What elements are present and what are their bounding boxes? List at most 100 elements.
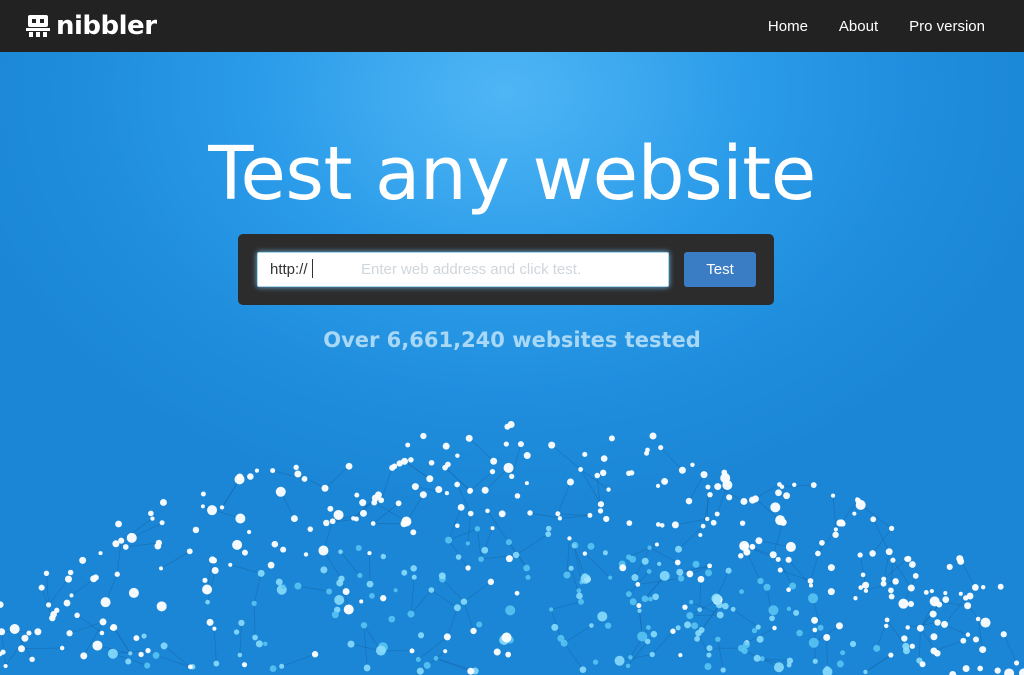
url-input[interactable] xyxy=(257,252,669,287)
network-node xyxy=(873,644,881,652)
network-node xyxy=(507,421,515,429)
network-node xyxy=(428,459,435,466)
network-node xyxy=(118,537,125,544)
network-node xyxy=(419,491,427,499)
network-line xyxy=(120,518,153,542)
network-node xyxy=(625,591,632,597)
network-node xyxy=(112,540,120,548)
network-line xyxy=(559,514,590,519)
network-node xyxy=(152,652,160,659)
network-node xyxy=(69,593,74,598)
network-node xyxy=(426,475,434,483)
network-node xyxy=(743,548,751,556)
network-line xyxy=(573,545,582,583)
network-node xyxy=(487,578,495,585)
network-node xyxy=(582,551,588,556)
network-line xyxy=(529,512,560,519)
network-node xyxy=(807,578,814,584)
network-node xyxy=(525,574,531,580)
network-node xyxy=(219,505,225,510)
network-node xyxy=(792,482,797,488)
network-line xyxy=(628,544,658,558)
network-node xyxy=(777,482,782,487)
network-node xyxy=(751,495,759,503)
network-node xyxy=(0,628,6,636)
network-node xyxy=(654,542,659,547)
network-node xyxy=(808,593,819,604)
network-line xyxy=(420,650,446,672)
network-node xyxy=(707,491,713,498)
network-node xyxy=(454,481,460,488)
network-node xyxy=(389,464,396,471)
network-line xyxy=(920,627,938,654)
nav-link-about[interactable]: About xyxy=(839,18,878,35)
logo[interactable]: nibbler xyxy=(26,11,157,41)
network-line xyxy=(324,465,350,489)
network-node xyxy=(338,549,343,555)
network-node xyxy=(772,625,777,631)
network-node xyxy=(837,519,845,527)
network-node xyxy=(156,601,167,612)
network-line xyxy=(41,587,53,619)
test-button[interactable]: Test xyxy=(684,252,756,287)
network-line xyxy=(480,528,493,560)
network-node xyxy=(517,441,524,448)
network-node xyxy=(21,634,29,642)
network-node xyxy=(815,550,821,557)
network-node xyxy=(576,592,583,600)
network-node xyxy=(827,564,835,572)
network-line xyxy=(415,486,447,494)
network-line xyxy=(332,512,364,522)
network-node xyxy=(490,526,495,531)
network-node xyxy=(579,666,587,673)
network-line xyxy=(563,625,592,644)
network-line xyxy=(570,568,582,602)
network-node xyxy=(246,529,252,535)
network-node xyxy=(99,630,105,636)
network-line xyxy=(890,560,894,591)
network-node xyxy=(602,550,608,556)
network-node xyxy=(407,610,415,618)
network-node xyxy=(467,667,475,675)
network-node xyxy=(685,497,693,505)
network-node xyxy=(54,607,60,614)
network-node xyxy=(64,575,72,583)
network-node xyxy=(303,552,309,557)
network-line xyxy=(903,575,917,604)
network-node xyxy=(557,516,563,521)
network-node xyxy=(443,649,448,654)
network-node xyxy=(279,663,285,669)
network-node xyxy=(629,555,637,563)
network-node xyxy=(855,499,866,510)
network-node xyxy=(192,526,200,534)
network-node xyxy=(359,509,367,517)
network-line xyxy=(872,519,890,552)
network-node xyxy=(869,550,876,557)
network-node xyxy=(636,603,642,609)
network-line xyxy=(71,577,96,596)
network-line xyxy=(253,603,256,638)
network-node xyxy=(107,648,118,659)
network-node xyxy=(686,612,694,620)
network-node xyxy=(822,666,833,675)
network-node xyxy=(46,602,52,608)
network-node xyxy=(644,638,651,645)
network-node xyxy=(109,625,116,631)
network-node xyxy=(860,572,866,578)
network-node xyxy=(626,554,632,560)
network-line xyxy=(777,559,793,587)
network-node xyxy=(980,584,986,590)
network-node xyxy=(835,622,843,630)
nav-link-home[interactable]: Home xyxy=(768,18,808,35)
network-line xyxy=(116,540,122,575)
network-node xyxy=(200,504,205,509)
network-line xyxy=(221,479,240,508)
network-node xyxy=(420,432,427,440)
network-node xyxy=(705,516,710,522)
network-node xyxy=(756,635,764,643)
network-node xyxy=(374,491,382,499)
network-node xyxy=(646,625,651,630)
network-node xyxy=(608,575,613,580)
nav-link-pro-version[interactable]: Pro version xyxy=(909,18,985,35)
network-line xyxy=(476,528,482,560)
